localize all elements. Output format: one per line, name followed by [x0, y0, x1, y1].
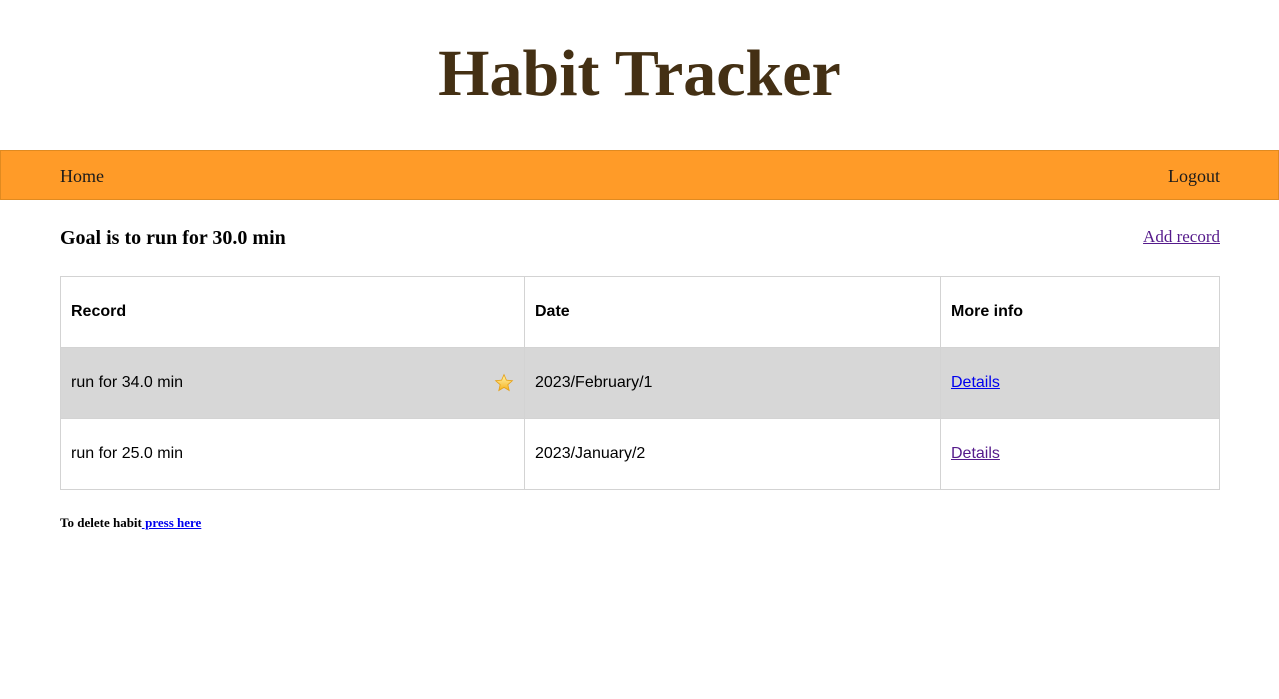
details-link[interactable]: Details: [951, 445, 1000, 462]
delete-habit-note: To delete habit press here: [60, 515, 201, 531]
page-title: Habit Tracker: [438, 37, 841, 110]
table-header-row: Record Date More info: [60, 276, 1220, 348]
delete-habit-link[interactable]: press here: [142, 515, 201, 530]
header-more-info: More info: [940, 276, 1220, 348]
table-row: run for 34.0 min 2023/February/1 Details: [60, 347, 1220, 419]
record-cell: run for 34.0 min: [60, 347, 525, 419]
nav-logout-link[interactable]: Logout: [1168, 165, 1220, 187]
more-info-cell: Details: [940, 418, 1220, 490]
nav-home-link[interactable]: Home: [60, 165, 104, 187]
delete-habit-prefix: To delete habit: [60, 515, 142, 530]
navbar: Home Logout: [0, 150, 1279, 200]
more-info-cell: Details: [940, 347, 1220, 419]
header-record: Record: [60, 276, 525, 348]
star-icon: [494, 373, 514, 392]
date-cell: 2023/February/1: [524, 347, 941, 419]
details-link[interactable]: Details: [951, 374, 1000, 391]
goal-text: Goal is to run for 30.0 min: [60, 227, 286, 249]
add-record-link[interactable]: Add record: [1143, 227, 1220, 247]
record-text: run for 34.0 min: [71, 374, 184, 391]
header-date: Date: [524, 276, 941, 348]
record-cell: run for 25.0 min: [60, 418, 525, 490]
records-table: Record Date More info run for 34.0 min 2…: [60, 276, 1220, 490]
date-cell: 2023/January/2: [524, 418, 941, 490]
record-text: run for 25.0 min: [71, 445, 184, 462]
table-row: run for 25.0 min 2023/January/2 Details: [60, 418, 1220, 490]
